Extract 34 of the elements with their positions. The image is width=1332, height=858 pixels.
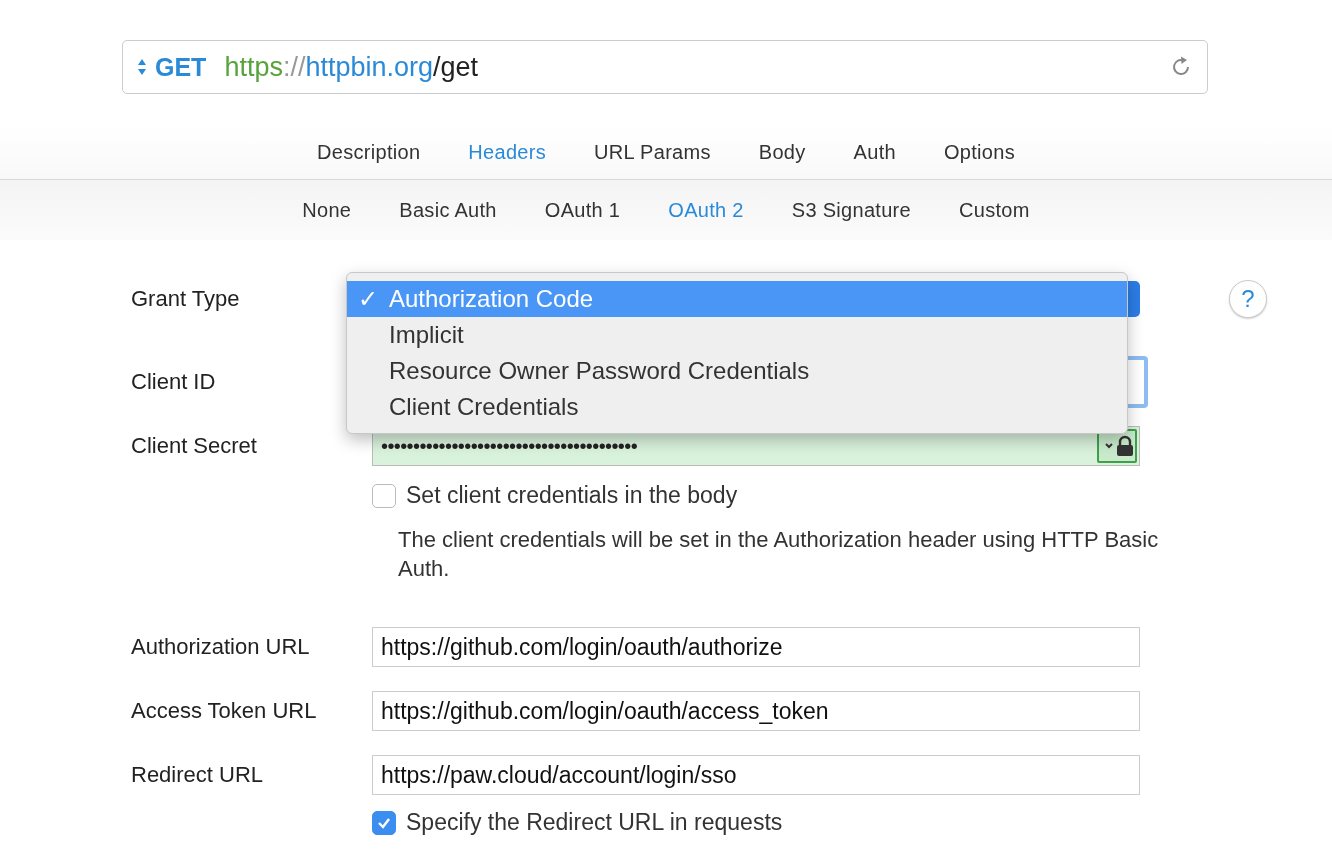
help-button[interactable]: ? <box>1229 280 1267 318</box>
tab[interactable]: Options <box>919 137 1039 168</box>
url-input-field[interactable]: https://paw.cloud/account/login/sso <box>372 755 1140 795</box>
http-method[interactable]: GET <box>155 52 207 82</box>
subtab[interactable]: Custom <box>935 194 1054 226</box>
subtab[interactable]: None <box>278 194 376 226</box>
checkbox-label[interactable]: Specify the Redirect URL in requests <box>406 809 783 836</box>
url-input-field[interactable]: https://github.com/login/oauth/authorize <box>372 627 1140 667</box>
checkbox[interactable] <box>372 810 396 835</box>
tab[interactable]: Headers <box>444 137 571 168</box>
field-label: Redirect URL <box>131 762 264 788</box>
subtab[interactable]: S3 Signature <box>767 194 935 226</box>
help-text: The client credentials will be set in the Authorization header using HTTP Basic Auth. <box>398 526 1160 583</box>
field-label: Authorization URL <box>131 634 310 660</box>
url-bar[interactable]: GET https://httpbin.org/get <box>122 40 1208 94</box>
field-label: Client ID <box>131 369 216 395</box>
tab[interactable]: Auth <box>829 137 920 168</box>
menu-item[interactable]: Resource Owner Password Credentials <box>347 353 1127 389</box>
menu-item[interactable]: Implicit <box>347 317 1127 353</box>
field-label: Client Secret <box>131 433 257 459</box>
checkbox[interactable] <box>372 483 396 508</box>
url-input-field[interactable]: https://github.com/login/oauth/access_token <box>372 691 1140 731</box>
field-label: Access Token URL <box>131 698 317 724</box>
up-down-arrows-icon[interactable] <box>137 58 147 76</box>
field-label: Grant Type <box>131 286 240 312</box>
subtab[interactable]: OAuth 2 <box>644 194 768 226</box>
checkbox-label[interactable]: Set client credentials in the body <box>406 482 738 509</box>
subtab[interactable]: OAuth 1 <box>520 194 645 226</box>
menu-item[interactable]: Client Credentials <box>347 389 1127 425</box>
tab[interactable]: URL Params <box>570 137 735 168</box>
tab[interactable]: Description <box>293 137 445 168</box>
url-text[interactable]: https://httpbin.org/get <box>224 51 1161 83</box>
subtab[interactable]: Basic Auth <box>375 194 521 226</box>
tab[interactable]: Body <box>734 137 830 168</box>
